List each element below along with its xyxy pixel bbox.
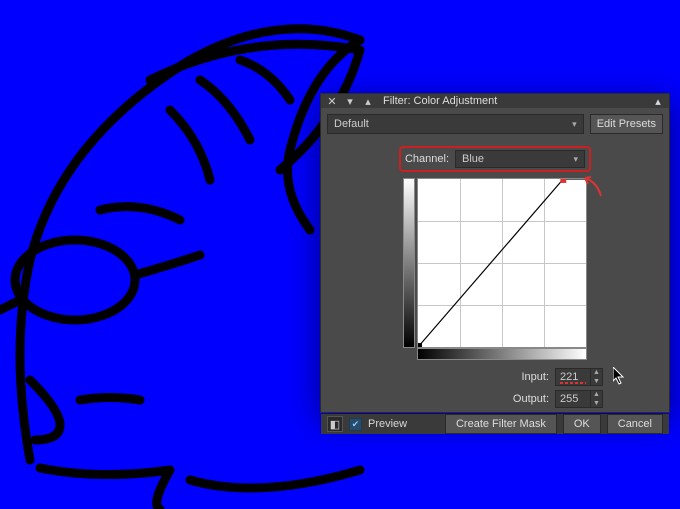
ok-button[interactable]: OK (563, 414, 601, 434)
dropdown-icon[interactable]: ▾ (343, 94, 357, 108)
cancel-button[interactable]: Cancel (607, 414, 663, 434)
edit-presets-label: Edit Presets (597, 118, 656, 130)
curve-grid[interactable] (417, 178, 587, 348)
channel-label: Channel: (405, 153, 449, 165)
preset-select[interactable]: Default ▾ (327, 114, 584, 134)
preview-label: Preview (368, 418, 407, 430)
create-filter-mask-label: Create Filter Mask (456, 418, 546, 430)
curve-line (418, 179, 586, 347)
curve-editor[interactable] (403, 178, 587, 348)
chevron-down-icon: ▾ (572, 119, 577, 130)
input-label: Input: (503, 371, 549, 383)
preset-selected-value: Default (334, 118, 369, 130)
edit-presets-button[interactable]: Edit Presets (590, 114, 663, 134)
channel-select[interactable]: Blue ▾ (455, 150, 585, 168)
dialog-title: Filter: Color Adjustment (383, 95, 647, 107)
input-step-down[interactable]: ▼ (590, 377, 602, 386)
output-value[interactable]: 255 (556, 393, 590, 405)
output-step-down[interactable]: ▼ (590, 399, 602, 408)
vertical-gradient-strip (403, 178, 415, 348)
output-spinbox[interactable]: 255 ▲ ▼ (555, 390, 603, 408)
output-step-up[interactable]: ▲ (590, 390, 602, 399)
chevron-down-icon: ▾ (573, 154, 578, 165)
cancel-label: Cancel (618, 418, 652, 430)
output-label: Output: (503, 393, 549, 405)
shade-icon[interactable]: ▴ (651, 94, 665, 108)
color-adjustment-dialog: ✕ ▾ ▴ Filter: Color Adjustment ▴ Default… (320, 93, 670, 413)
dialog-titlebar[interactable]: ✕ ▾ ▴ Filter: Color Adjustment ▴ (321, 94, 669, 108)
horizontal-gradient-strip (417, 348, 587, 360)
input-step-up[interactable]: ▲ (590, 368, 602, 377)
preview-checkbox[interactable] (349, 418, 362, 431)
dialog-footer: ◧ Preview Create Filter Mask OK Cancel (321, 414, 669, 434)
create-filter-mask-button[interactable]: Create Filter Mask (445, 414, 557, 434)
settings-icon[interactable]: ◧ (327, 416, 343, 432)
close-icon[interactable]: ✕ (325, 94, 339, 108)
detach-icon[interactable]: ▴ (361, 94, 375, 108)
input-value[interactable]: 221 (556, 371, 590, 383)
ok-label: OK (574, 418, 590, 430)
channel-selected-value: Blue (462, 153, 484, 165)
channel-row-highlight: Channel: Blue ▾ (399, 146, 591, 172)
input-spinbox[interactable]: 221 ▲ ▼ (555, 368, 603, 386)
